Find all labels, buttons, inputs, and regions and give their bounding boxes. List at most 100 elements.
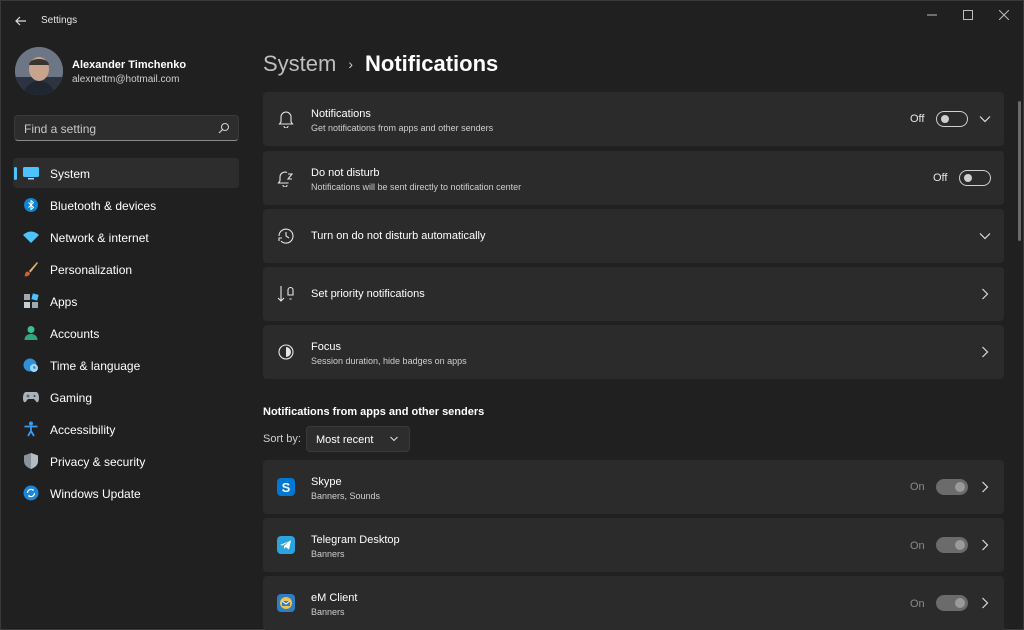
bell-snooze-icon — [277, 169, 295, 187]
minimize-button[interactable] — [917, 7, 947, 23]
person-icon — [23, 325, 39, 341]
telegram-toggle[interactable] — [936, 537, 968, 553]
toggle-state-label: On — [910, 598, 925, 610]
svg-text:S: S — [282, 480, 291, 495]
page-title: Notifications — [365, 51, 499, 76]
setting-card-do-not-disturb[interactable]: Do not disturb Notifications will be sen… — [263, 151, 1004, 205]
close-icon — [999, 10, 1009, 20]
app-name: Skype — [311, 476, 342, 488]
sort-dropdown[interactable]: Most recent — [306, 426, 410, 452]
sidebar-item-label: Gaming — [50, 391, 93, 405]
sidebar-item-personalization[interactable]: Personalization — [13, 254, 239, 284]
sidebar-item-label: Personalization — [50, 263, 133, 277]
app-row-skype[interactable]: S Skype Banners, Sounds On — [263, 460, 1004, 514]
minimize-icon — [927, 14, 937, 16]
bell-icon — [277, 110, 295, 128]
breadcrumb-parent[interactable]: System — [263, 51, 336, 77]
brush-icon — [23, 261, 39, 277]
sort-label: Sort by: — [263, 433, 301, 445]
search-icon — [218, 122, 230, 134]
chevron-right-icon[interactable] — [978, 480, 992, 494]
sidebar-item-label: Windows Update — [50, 487, 141, 501]
toggle-knob — [955, 482, 965, 492]
sidebar-item-label: Time & language — [50, 359, 141, 373]
priority-icon — [277, 285, 295, 303]
clock-icon — [277, 227, 295, 245]
chevron-right-icon[interactable] — [978, 287, 992, 301]
sidebar-item-label: Bluetooth & devices — [50, 199, 157, 213]
breadcrumb: System › Notifications — [263, 49, 498, 79]
toggle-state-label: On — [910, 540, 925, 552]
toggle-knob — [955, 598, 965, 608]
sidebar-item-accounts[interactable]: Accounts — [13, 318, 239, 348]
back-button[interactable] — [9, 9, 33, 33]
sidebar: Alexander Timchenko alexnettm@hotmail.co… — [1, 41, 251, 630]
notifications-toggle[interactable] — [936, 111, 968, 127]
shield-icon — [23, 453, 39, 469]
monitor-icon — [23, 165, 39, 181]
app-detail: Banners — [311, 607, 345, 617]
app-row-em-client[interactable]: eM Client Banners On — [263, 576, 1004, 630]
maximize-icon — [963, 10, 973, 20]
chevron-down-icon[interactable] — [978, 112, 992, 126]
app-detail: Banners — [311, 549, 345, 559]
toggle-knob — [955, 540, 965, 550]
maximize-button[interactable] — [953, 7, 983, 23]
apps-icon — [23, 293, 39, 309]
avatar — [15, 47, 63, 95]
accessibility-icon — [23, 421, 39, 437]
sidebar-item-label: System — [50, 167, 91, 181]
sidebar-item-bluetooth[interactable]: Bluetooth & devices — [13, 190, 239, 220]
do-not-disturb-toggle[interactable] — [959, 170, 991, 186]
app-name: eM Client — [311, 592, 358, 604]
gamepad-icon — [23, 389, 39, 405]
sidebar-item-time-language[interactable]: Time & language — [13, 350, 239, 380]
user-name: Alexander Timchenko — [72, 59, 187, 71]
sidebar-item-privacy[interactable]: Privacy & security — [13, 446, 239, 476]
scrollbar[interactable] — [1018, 101, 1021, 241]
app-row-telegram[interactable]: Telegram Desktop Banners On — [263, 518, 1004, 572]
app-name: Telegram Desktop — [311, 534, 400, 546]
sidebar-item-windows-update[interactable]: Windows Update — [13, 478, 239, 508]
setting-subtitle: Session duration, hide badges on apps — [311, 356, 467, 366]
sort-value: Most recent — [316, 434, 374, 446]
em-client-toggle[interactable] — [936, 595, 968, 611]
wifi-icon — [23, 229, 39, 245]
skype-toggle[interactable] — [936, 479, 968, 495]
chevron-right-icon[interactable] — [978, 345, 992, 359]
breadcrumb-separator: › — [348, 56, 354, 72]
sidebar-item-network[interactable]: Network & internet — [13, 222, 239, 252]
setting-card-priority[interactable]: Set priority notifications — [263, 267, 1004, 321]
title-bar: Settings — [1, 1, 1023, 41]
setting-card-dnd-automatic[interactable]: Turn on do not disturb automatically — [263, 209, 1004, 263]
setting-card-focus[interactable]: Focus Session duration, hide badges on a… — [263, 325, 1004, 379]
chevron-down-icon — [390, 436, 398, 442]
search-input[interactable]: Find a setting — [14, 115, 239, 141]
settings-window: Settings Alexander Timchenko alexnettm@h… — [0, 0, 1024, 630]
setting-title: Notifications — [311, 108, 371, 120]
user-profile[interactable]: Alexander Timchenko alexnettm@hotmail.co… — [15, 47, 245, 97]
sidebar-item-accessibility[interactable]: Accessibility — [13, 414, 239, 444]
em-client-icon — [277, 594, 295, 612]
section-title: Notifications from apps and other sender… — [263, 406, 485, 418]
chevron-down-icon[interactable] — [978, 229, 992, 243]
toggle-knob — [964, 174, 972, 182]
chevron-right-icon[interactable] — [978, 538, 992, 552]
sidebar-item-label: Privacy & security — [50, 455, 146, 469]
focus-icon — [277, 343, 295, 361]
setting-subtitle: Get notifications from apps and other se… — [311, 123, 494, 133]
setting-title: Focus — [311, 341, 341, 353]
close-button[interactable] — [989, 7, 1019, 23]
sidebar-nav: System Bluetooth & devices Network & int… — [13, 158, 239, 510]
setting-subtitle: Notifications will be sent directly to n… — [311, 182, 522, 192]
setting-title: Turn on do not disturb automatically — [311, 230, 486, 242]
sidebar-item-system[interactable]: System — [13, 158, 239, 188]
window-title: Settings — [41, 15, 78, 26]
sidebar-item-label: Accounts — [50, 327, 100, 341]
chevron-right-icon[interactable] — [978, 596, 992, 610]
setting-title: Do not disturb — [311, 167, 380, 179]
sidebar-item-gaming[interactable]: Gaming — [13, 382, 239, 412]
sidebar-item-apps[interactable]: Apps — [13, 286, 239, 316]
setting-card-notifications[interactable]: Notifications Get notifications from app… — [263, 92, 1004, 146]
app-detail: Banners, Sounds — [311, 491, 381, 501]
